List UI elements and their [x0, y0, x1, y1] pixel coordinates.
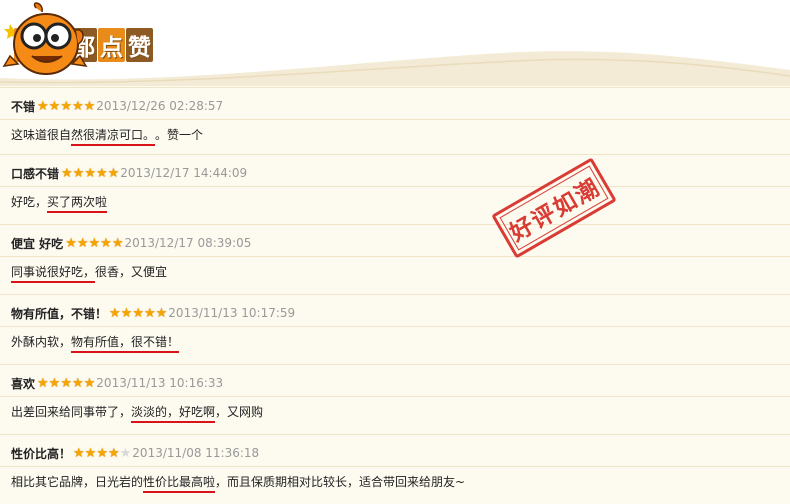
star-rating: ★ ★ ★ ★ ★ — [37, 100, 95, 113]
review-item: 不错 ★ ★ ★ ★ ★ 2013/12/26 02:28:57 这味道很自 然很清凉可口… — [0, 87, 790, 154]
review-time: 2013/12/17 14:44:09 — [120, 166, 248, 180]
review-text-highlight: 买了两次啦 — [47, 193, 108, 213]
star-empty-icon: ★ — [119, 445, 132, 461]
mascot-icon — [2, 2, 88, 75]
divider — [0, 466, 790, 467]
star-filled-icon: ★ — [111, 235, 124, 251]
review-text-highlight: 淡淡的，好吃啊 — [131, 403, 216, 423]
review-text: ，又网购 — [215, 405, 264, 419]
review-text-highlight: 性价比最高啦 — [143, 473, 216, 493]
review-text: 。赞一个 — [155, 128, 204, 142]
review-title: 不错 — [11, 99, 36, 114]
star-filled-icon: ★ — [84, 165, 96, 181]
star-filled-icon: ★ — [107, 445, 120, 461]
review-item: 喜欢 ★ ★ ★ ★ ★ 2013/11/13 10:16:33 出差回来给同事带了，淡… — [0, 364, 790, 434]
review-text: 这味道很自 — [11, 128, 72, 142]
star-filled-icon: ★ — [48, 98, 61, 114]
review-header: 喜欢 ★ ★ ★ ★ ★ 2013/11/13 10:16:33 — [11, 375, 223, 391]
star-filled-icon: ★ — [143, 305, 156, 321]
review-body: 好吃， 买了两次啦 — [11, 193, 108, 213]
review-list: 不错 ★ ★ ★ ★ ★ 2013/12/26 02:28:57 这味道很自 然很清凉可口… — [0, 87, 790, 504]
review-header: 物有所值，不错！ ★ ★ ★ ★ ★ 2013/11/13 10:17:59 — [11, 305, 295, 321]
review-time: 2013/12/17 08:39:05 — [124, 236, 252, 250]
review-text: ，而且保质期相对比较长，适合带回来给朋友~ — [215, 475, 466, 489]
star-filled-icon: ★ — [109, 305, 121, 321]
review-header: 性价比高！ ★ ★ ★ ★ ★ 2013/11/08 11:36:18 — [11, 445, 259, 461]
review-time: 2013/11/13 10:16:33 — [96, 376, 224, 390]
review-title: 性价比高！ — [11, 446, 72, 461]
review-header: 便宜 好吃 ★ ★ ★ ★ ★ 2013/12/17 08:39:05 — [11, 235, 251, 251]
divider — [0, 256, 790, 257]
star-filled-icon: ★ — [96, 445, 108, 461]
star-filled-icon: ★ — [37, 98, 49, 114]
review-title: 物有所值，不错！ — [11, 306, 108, 321]
review-header: 不错 ★ ★ ★ ★ ★ 2013/12/26 02:28:57 — [11, 98, 223, 114]
review-title: 喜欢 — [11, 376, 36, 391]
star-rating: ★ ★ ★ ★ ★ — [109, 307, 167, 320]
banner-char: 点 — [98, 28, 125, 62]
star-filled-icon: ★ — [83, 98, 96, 114]
star-filled-icon: ★ — [48, 375, 61, 391]
review-body: 同事说很好吃， 很香，又便宜 — [11, 263, 167, 283]
divider — [0, 186, 790, 187]
review-item: 性价比高！ ★ ★ ★ ★ ★ 2013/11/08 11:36:18 相比其它品牌，日… — [0, 434, 790, 504]
star-filled-icon: ★ — [65, 235, 77, 251]
star-filled-icon: ★ — [84, 445, 97, 461]
header-banner: 大 家 都 点 赞 — [0, 0, 790, 86]
review-time: 2013/11/13 10:17:59 — [168, 306, 296, 320]
review-time: 2013/11/08 11:36:18 — [132, 446, 260, 460]
star-filled-icon: ★ — [88, 235, 101, 251]
banner-char: 赞 — [126, 28, 153, 62]
star-filled-icon: ★ — [73, 445, 85, 461]
review-item: 口感不错 ★ ★ ★ ★ ★ 2013/12/17 14:44:09 好吃， 买了两次啦 — [0, 154, 790, 224]
review-text: 相比其它品牌，日光岩的 — [11, 475, 144, 489]
review-time: 2013/12/26 02:28:57 — [96, 99, 224, 113]
star-filled-icon: ★ — [60, 98, 72, 114]
review-body: 这味道很自 然很清凉可口。 。赞一个 — [11, 126, 203, 146]
review-text: 很香，又便宜 — [95, 265, 168, 279]
star-filled-icon: ★ — [120, 305, 133, 321]
review-title: 便宜 好吃 — [11, 236, 64, 251]
star-filled-icon: ★ — [95, 165, 108, 181]
review-header: 口感不错 ★ ★ ★ ★ ★ 2013/12/17 14:44:09 — [11, 165, 247, 181]
review-body: 相比其它品牌，日光岩的 性价比最高啦 ，而且保质期相对比较长，适合带回来给朋友~ — [11, 473, 465, 493]
divider — [0, 326, 790, 327]
star-rating: ★ ★ ★ ★ ★ — [73, 447, 131, 460]
star-filled-icon: ★ — [107, 165, 120, 181]
star-filled-icon: ★ — [60, 375, 72, 391]
review-item: 便宜 好吃 ★ ★ ★ ★ ★ 2013/12/17 08:39:05 同事说很好吃，很… — [0, 224, 790, 294]
review-text-highlight: 物有所值，很不错！ — [71, 333, 180, 353]
star-rating: ★ ★ ★ ★ ★ — [65, 237, 123, 250]
review-text-highlight: 然很清凉可口。 — [71, 126, 156, 146]
star-filled-icon: ★ — [72, 165, 85, 181]
star-rating: ★ ★ ★ ★ ★ — [61, 167, 119, 180]
review-body: 外酥内软， 物有所值，很不错！ — [11, 333, 180, 353]
star-rating: ★ ★ ★ ★ ★ — [37, 377, 95, 390]
star-filled-icon: ★ — [100, 235, 112, 251]
review-body: 出差回来给同事带了， 淡淡的，好吃啊 ，又网购 — [11, 403, 263, 423]
star-filled-icon: ★ — [71, 98, 84, 114]
review-text-highlight: 同事说很好吃， — [11, 263, 96, 283]
star-filled-icon: ★ — [71, 375, 84, 391]
review-title: 口感不错 — [11, 166, 60, 181]
star-filled-icon: ★ — [37, 375, 49, 391]
star-filled-icon: ★ — [61, 165, 73, 181]
star-filled-icon: ★ — [132, 305, 144, 321]
star-filled-icon: ★ — [83, 375, 96, 391]
review-item: 物有所值，不错！ ★ ★ ★ ★ ★ 2013/11/13 10:17:59 外酥内软，… — [0, 294, 790, 364]
divider — [0, 396, 790, 397]
divider — [0, 119, 790, 120]
review-text: 好吃， — [11, 195, 48, 209]
review-text: 外酥内软， — [11, 335, 72, 349]
star-filled-icon: ★ — [155, 305, 168, 321]
review-text: 出差回来给同事带了， — [11, 405, 132, 419]
star-filled-icon: ★ — [76, 235, 89, 251]
